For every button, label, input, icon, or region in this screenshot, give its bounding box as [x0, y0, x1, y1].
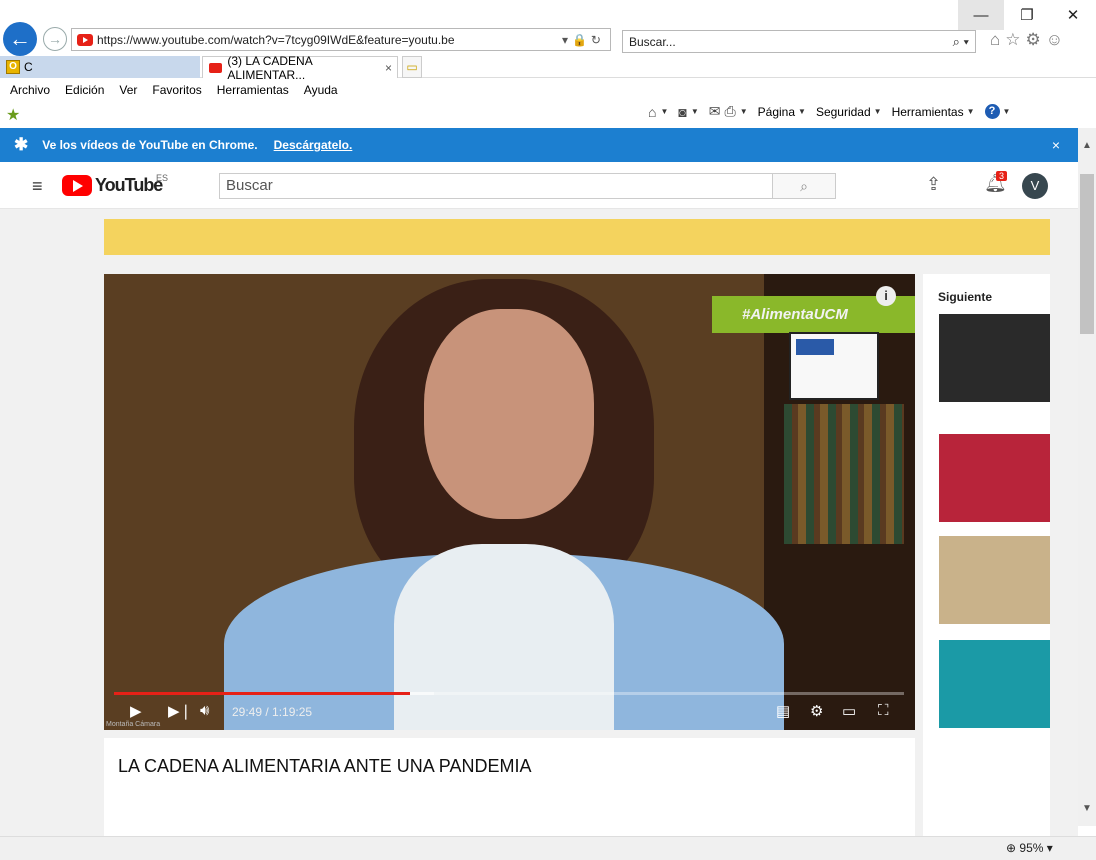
security-menu-button[interactable]: Seguridad	[816, 105, 871, 119]
chrome-promo-text: Ve los vídeos de YouTube en Chrome.	[42, 138, 258, 152]
window-controls: — ❐ ✕	[958, 0, 1096, 30]
youtube-search-input[interactable]: Buscar	[219, 173, 773, 199]
play-icon[interactable]: ▶	[130, 702, 142, 720]
browser-search-box[interactable]: Buscar... ⌕ ▾	[622, 30, 976, 53]
command-bar: ★ ⌂ ▼ ◙ ▼ ✉ ⎙ ▼ Página ▼ Seguridad ▼ Herramie…	[0, 100, 1096, 127]
outlook-tab-icon: O	[6, 60, 20, 74]
ad-banner[interactable]	[104, 219, 1050, 255]
slide-title-block	[796, 339, 834, 355]
banner-close-icon[interactable]: ×	[1052, 137, 1060, 153]
address-url[interactable]: https://www.youtube.com/watch?v=7tcyg09I…	[97, 33, 562, 47]
youtube-wordmark[interactable]: YouTube	[95, 175, 163, 196]
tools-menu-button[interactable]: Herramientas	[892, 105, 964, 119]
close-window-button[interactable]: ✕	[1050, 0, 1096, 30]
next-video-icon[interactable]: ▶❘	[168, 702, 192, 720]
menu-archivo[interactable]: Archivo	[10, 83, 50, 97]
mail-icon[interactable]: ✉	[709, 103, 721, 120]
browser-toolbar: ← → https://www.youtube.com/watch?v=7tcy…	[0, 0, 1096, 58]
home-dropdown-icon[interactable]: ▼	[660, 107, 668, 116]
scroll-down-icon[interactable]: ▼	[1078, 803, 1096, 821]
speaker-watermark: Montaña Cámara	[106, 721, 161, 728]
menu-bar: Archivo Edición Ver Favoritos Herramient…	[0, 80, 1096, 100]
presenter-face	[424, 309, 594, 519]
tab-close-icon[interactable]: ×	[385, 61, 392, 75]
lock-refresh-icons[interactable]: ▾🔒↻	[562, 33, 610, 47]
web-page: ✱ Ve los vídeos de YouTube en Chrome. De…	[0, 128, 1078, 836]
video-title: LA CADENA ALIMENTARIA ANTE UNA PANDEMIA	[118, 756, 532, 776]
add-favorite-star-icon[interactable]: ★	[6, 105, 20, 125]
search-icon: ⌕	[800, 177, 808, 194]
home-icon[interactable]: ⌂	[648, 104, 656, 120]
presenter-shirt	[394, 544, 614, 730]
page-scrollbar[interactable]: ▲ ▼	[1078, 128, 1096, 826]
info-icon[interactable]: i	[876, 286, 896, 306]
zoom-level[interactable]: ⊕ 95% ▾	[1006, 841, 1053, 855]
help-dropdown-icon[interactable]: ▼	[1003, 107, 1011, 116]
zoom-icon: ⊕	[1006, 841, 1017, 855]
feed-dropdown-icon[interactable]: ▼	[691, 107, 699, 116]
tab-strip: O C (3) LA CADENA ALIMENTAR... × ▭	[0, 54, 1096, 82]
time-display: 29:49 / 1:19:25	[232, 705, 313, 719]
page-dropdown-icon[interactable]: ▼	[798, 107, 806, 116]
progress-played[interactable]	[114, 692, 411, 695]
tab-other[interactable]: O C	[0, 56, 200, 78]
up-next-thumbnail[interactable]	[939, 640, 1050, 728]
video-player[interactable]: #AlimentaUCM i Montaña Cámara ▶ ▶❘ 🔊︎ 29…	[104, 274, 915, 730]
chrome-promo-banner: ✱ Ve los vídeos de YouTube en Chrome. De…	[0, 128, 1078, 162]
youtube-search-button[interactable]: ⌕	[772, 173, 836, 199]
menu-edicion[interactable]: Edición	[65, 83, 104, 97]
youtube-tab-icon	[209, 62, 223, 73]
up-next-thumbnail[interactable]	[939, 314, 1050, 402]
presentation-slide-thumbnail	[789, 332, 879, 400]
up-next-heading: Siguiente	[938, 290, 993, 304]
up-next-thumbnail[interactable]	[939, 536, 1050, 624]
page-menu-button[interactable]: Página	[758, 105, 795, 119]
chrome-star-icon: ✱	[14, 135, 29, 154]
country-code: ES	[156, 173, 169, 183]
address-bar[interactable]: https://www.youtube.com/watch?v=7tcyg09I…	[71, 28, 611, 51]
tab-active-label: (3) LA CADENA ALIMENTAR...	[227, 53, 313, 82]
new-tab-button[interactable]: ▭	[402, 56, 422, 78]
hamburger-menu-icon[interactable]: ≡	[32, 176, 43, 197]
scroll-thumb[interactable]	[1080, 174, 1094, 334]
menu-ayuda[interactable]: Ayuda	[304, 83, 338, 97]
security-dropdown-icon[interactable]: ▼	[874, 107, 882, 116]
help-icon[interactable]: ?	[984, 104, 1000, 119]
restore-button[interactable]: ❐	[1004, 0, 1050, 30]
youtube-logo-icon[interactable]	[62, 175, 92, 196]
books-background	[784, 404, 904, 544]
print-icon[interactable]: ⎙	[725, 103, 736, 120]
youtube-favicon-icon	[77, 33, 93, 46]
search-icon[interactable]: ⌕ ▾	[953, 34, 975, 50]
avatar[interactable]: V	[1022, 173, 1048, 199]
minimize-button[interactable]: —	[958, 0, 1004, 30]
menu-herramientas[interactable]: Herramientas	[217, 83, 289, 97]
volume-icon[interactable]: 🔊︎	[200, 702, 209, 719]
up-next-thumbnail[interactable]	[939, 434, 1050, 522]
menu-ver[interactable]: Ver	[119, 83, 137, 97]
theater-mode-icon[interactable]: ▭	[842, 702, 856, 720]
menu-favoritos[interactable]: Favoritos	[152, 83, 201, 97]
scroll-up-icon[interactable]: ▲	[1078, 140, 1096, 158]
fullscreen-icon[interactable]: ⛶	[878, 702, 889, 719]
up-next-sidebar: Siguiente	[923, 274, 1050, 836]
zoom-value: 95%	[1019, 841, 1044, 855]
home-favorites-settings-icons[interactable]: ⌂☆⚙☺	[990, 30, 1068, 50]
status-bar: ⊕ 95% ▾	[0, 836, 1096, 860]
back-arrow-icon[interactable]: ←	[3, 22, 37, 56]
upload-icon[interactable]: ⇪	[926, 174, 941, 195]
youtube-header: ≡ YouTube ES Buscar ⌕ ⇪ 🔔︎ 3 V	[0, 162, 1078, 209]
print-dropdown-icon[interactable]: ▼	[740, 107, 748, 116]
forward-arrow-icon[interactable]: →	[43, 27, 67, 51]
tab-youtube-active[interactable]: (3) LA CADENA ALIMENTAR... ×	[202, 54, 398, 82]
subtitles-icon[interactable]: ▤	[776, 702, 790, 720]
tab-other-label: C	[24, 60, 33, 74]
notification-count-badge: 3	[996, 171, 1008, 181]
tools-dropdown-icon[interactable]: ▼	[967, 107, 975, 116]
browser-search-input[interactable]: Buscar...	[629, 35, 953, 49]
chrome-download-link[interactable]: Descárgatelo.	[274, 138, 353, 152]
settings-gear-icon[interactable]: ⚙	[810, 702, 823, 720]
video-info-card: LA CADENA ALIMENTARIA ANTE UNA PANDEMIA	[104, 738, 915, 836]
rss-feed-icon[interactable]: ◙	[678, 104, 686, 120]
